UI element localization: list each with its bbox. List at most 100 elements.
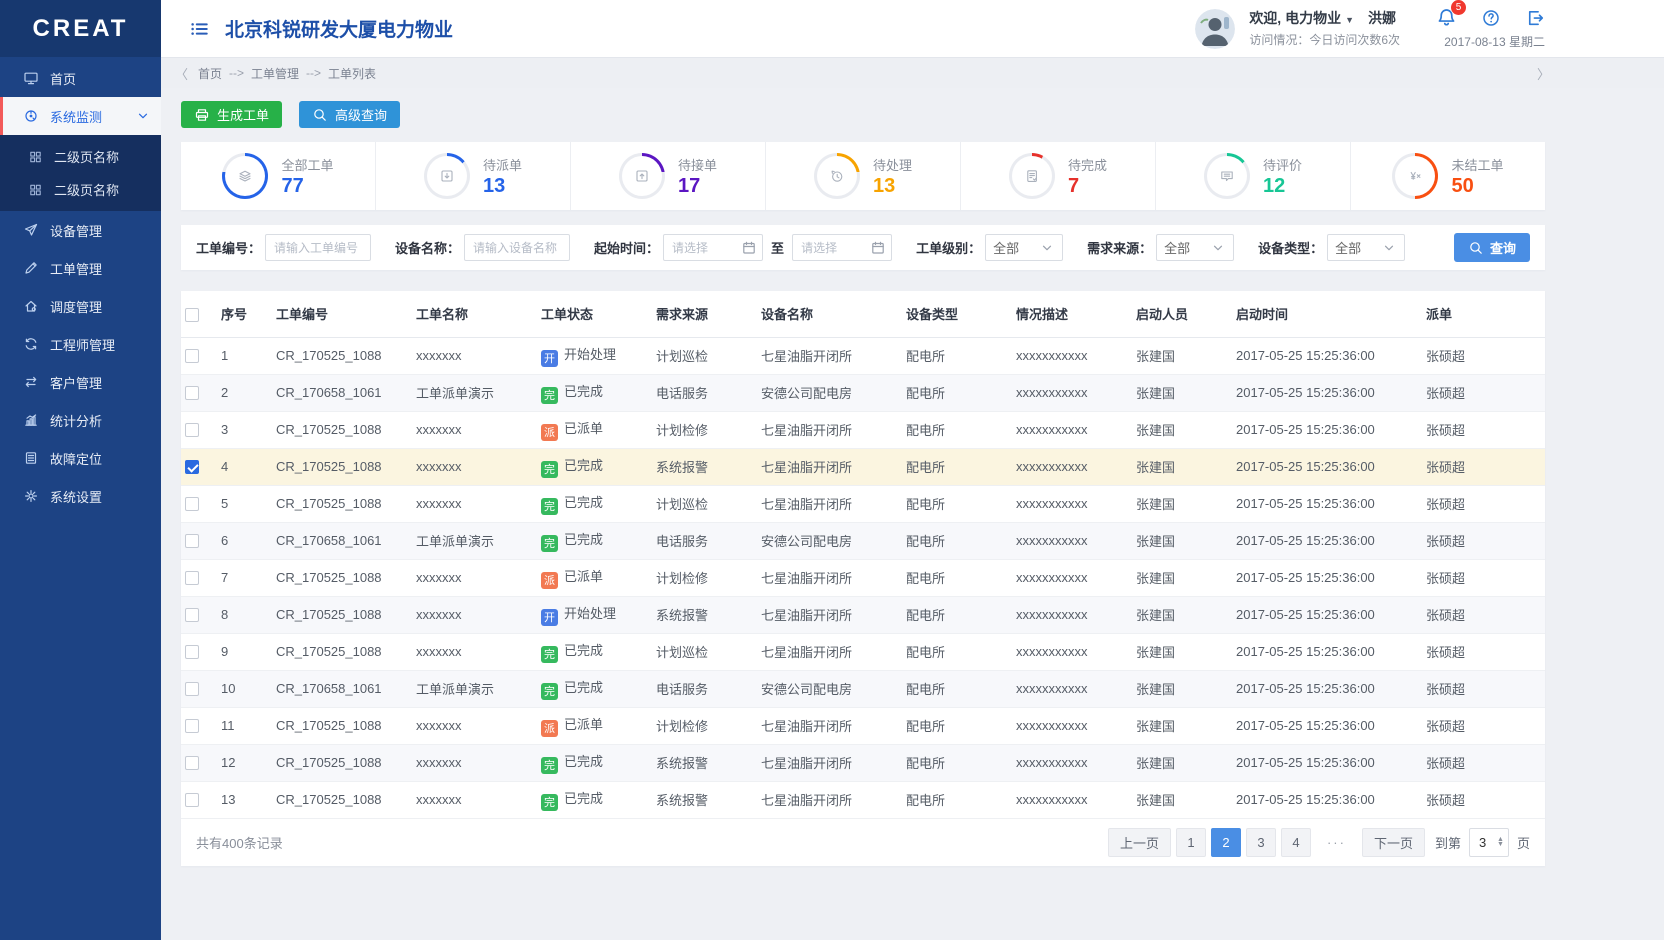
status-label: 已派单: [564, 569, 603, 584]
page-button-4[interactable]: 4: [1281, 828, 1311, 857]
table-row[interactable]: 2CR_170658_1061工单派单演示完已完成电话服务安德公司配电房配电所x…: [181, 374, 1545, 411]
order-name: xxxxxxx: [412, 707, 537, 744]
breadcrumb-item-list[interactable]: 工单列表: [328, 65, 376, 82]
sidebar-item-5[interactable]: 工单管理: [0, 249, 161, 287]
sidebar-item-6[interactable]: 调度管理: [0, 287, 161, 325]
order-status: 完已完成: [537, 448, 652, 485]
start-date-input[interactable]: [663, 234, 763, 261]
sidebar-item-label: 工程师管理: [50, 335, 115, 354]
stat-card-3[interactable]: 待处理13: [766, 142, 961, 210]
table-row[interactable]: 10CR_170658_1061工单派单演示完已完成电话服务安德公司配电房配电所…: [181, 670, 1545, 707]
table-row[interactable]: 3CR_170525_1088xxxxxxx派已派单计划检修七星油脂开闭所配电所…: [181, 411, 1545, 448]
stat-card-5[interactable]: 待评价12: [1156, 142, 1351, 210]
table-row[interactable]: 7CR_170525_1088xxxxxxx派已派单计划检修七星油脂开闭所配电所…: [181, 559, 1545, 596]
bell-icon[interactable]: 5: [1436, 7, 1457, 28]
sidebar-item-10[interactable]: 故障定位: [0, 439, 161, 477]
page-button-3[interactable]: 3: [1246, 828, 1276, 857]
search-button[interactable]: 查询: [1454, 233, 1530, 262]
grid-icon: [28, 149, 43, 165]
device-name-input[interactable]: [464, 234, 570, 261]
stat-card-1[interactable]: 待派单13: [376, 142, 571, 210]
logout-icon[interactable]: [1525, 8, 1545, 28]
start-time: 2017-05-25 15:25:36:00: [1232, 633, 1422, 670]
order-no-input[interactable]: [265, 234, 371, 261]
table-row[interactable]: 6CR_170658_1061工单派单演示完已完成电话服务安德公司配电房配电所x…: [181, 522, 1545, 559]
user-name[interactable]: 洪娜: [1368, 10, 1396, 26]
next-page-button[interactable]: 下一页: [1362, 828, 1425, 857]
stat-card-4[interactable]: 待完成7: [961, 142, 1156, 210]
breadcrumb-item-workorder[interactable]: 工单管理: [251, 65, 299, 82]
table-row[interactable]: 11CR_170525_1088xxxxxxx派已派单计划检修七星油脂开闭所配电…: [181, 707, 1545, 744]
description: xxxxxxxxxxx: [1012, 670, 1132, 707]
sidebar-item-0[interactable]: 首页: [0, 59, 161, 97]
row-checkbox[interactable]: [185, 756, 199, 770]
row-checkbox[interactable]: [185, 719, 199, 733]
page-button-1[interactable]: 1: [1176, 828, 1206, 857]
stat-progress-ring: [1204, 153, 1250, 199]
table-row[interactable]: 13CR_170525_1088xxxxxxx完已完成系统报警七星油脂开闭所配电…: [181, 781, 1545, 818]
row-checkbox[interactable]: [185, 349, 199, 363]
grid-icon: [28, 182, 43, 198]
help-icon[interactable]: [1481, 8, 1501, 28]
status-label: 已完成: [564, 458, 603, 473]
table-row[interactable]: 4CR_170525_1088xxxxxxx完已完成系统报警七星油脂开闭所配电所…: [181, 448, 1545, 485]
stat-card-6[interactable]: 未结工单50: [1351, 142, 1545, 210]
row-checkbox[interactable]: [185, 608, 199, 622]
row-checkbox[interactable]: [185, 571, 199, 585]
stat-card-2[interactable]: 待接单17: [571, 142, 766, 210]
table-row[interactable]: 8CR_170525_1088xxxxxxx开开始处理系统报警七星油脂开闭所配电…: [181, 596, 1545, 633]
sidebar-item-8[interactable]: 客户管理: [0, 363, 161, 401]
table-row[interactable]: 5CR_170525_1088xxxxxxx完已完成计划巡检七星油脂开闭所配电所…: [181, 485, 1545, 522]
row-checkbox[interactable]: [185, 386, 199, 400]
row-checkbox[interactable]: [185, 645, 199, 659]
print-icon: [194, 107, 210, 123]
row-checkbox[interactable]: [185, 460, 199, 474]
advanced-query-button[interactable]: 高级查询: [299, 101, 400, 128]
table-row[interactable]: 12CR_170525_1088xxxxxxx完已完成系统报警七星油脂开闭所配电…: [181, 744, 1545, 781]
breadcrumb-item-home[interactable]: 首页: [198, 65, 222, 82]
end-date-input[interactable]: [792, 234, 892, 261]
start-time: 2017-05-25 15:25:36:00: [1232, 522, 1422, 559]
row-checkbox[interactable]: [185, 423, 199, 437]
row-checkbox[interactable]: [185, 497, 199, 511]
description: xxxxxxxxxxx: [1012, 374, 1132, 411]
device-type-select[interactable]: 全部: [1327, 234, 1405, 261]
sidebar-item-11[interactable]: 系统设置: [0, 477, 161, 515]
column-header: 序号: [217, 291, 272, 337]
demand-source-select[interactable]: 全部: [1156, 234, 1234, 261]
list-menu-icon[interactable]: [189, 19, 209, 39]
avatar[interactable]: [1195, 9, 1235, 49]
sidebar-item-1[interactable]: 系统监测: [0, 97, 161, 135]
dispatcher: 张硕超: [1422, 337, 1545, 374]
breadcrumb-back-icon[interactable]: 〈: [175, 64, 188, 83]
row-index: 2: [217, 374, 272, 411]
dispatcher: 张硕超: [1422, 448, 1545, 485]
row-checkbox[interactable]: [185, 682, 199, 696]
status-badge-icon: 完: [541, 646, 558, 663]
sidebar-item-label: 调度管理: [50, 297, 102, 316]
sidebar-subitem[interactable]: 二级页名称: [0, 173, 161, 206]
sidebar-item-9[interactable]: 统计分析: [0, 401, 161, 439]
start-time: 2017-05-25 15:25:36:00: [1232, 744, 1422, 781]
sidebar-item-7[interactable]: 工程师管理: [0, 325, 161, 363]
layers-icon: [222, 153, 268, 199]
breadcrumb-forward-icon[interactable]: 〉: [1537, 64, 1550, 83]
caret-down-icon[interactable]: ▼: [1345, 15, 1354, 25]
table-row[interactable]: 1CR_170525_1088xxxxxxx开开始处理计划巡检七星油脂开闭所配电…: [181, 337, 1545, 374]
order-level-select[interactable]: 全部: [985, 234, 1063, 261]
starter: 张建国: [1132, 707, 1232, 744]
select-all-checkbox[interactable]: [185, 308, 199, 322]
start-time: 2017-05-25 15:25:36:00: [1232, 670, 1422, 707]
sidebar-item-4[interactable]: 设备管理: [0, 211, 161, 249]
row-checkbox-cell: [181, 596, 217, 633]
spinner-icon[interactable]: ▲▼: [1497, 837, 1504, 847]
prev-page-button[interactable]: 上一页: [1108, 828, 1171, 857]
goto-page-input[interactable]: 3 ▲▼: [1469, 828, 1509, 857]
page-button-2[interactable]: 2: [1211, 828, 1241, 857]
row-checkbox[interactable]: [185, 793, 199, 807]
sidebar-subitem[interactable]: 二级页名称: [0, 140, 161, 173]
row-checkbox[interactable]: [185, 534, 199, 548]
table-row[interactable]: 9CR_170525_1088xxxxxxx完已完成计划巡检七星油脂开闭所配电所…: [181, 633, 1545, 670]
stat-card-0[interactable]: 全部工单77: [181, 142, 376, 210]
generate-order-button[interactable]: 生成工单: [181, 101, 282, 128]
